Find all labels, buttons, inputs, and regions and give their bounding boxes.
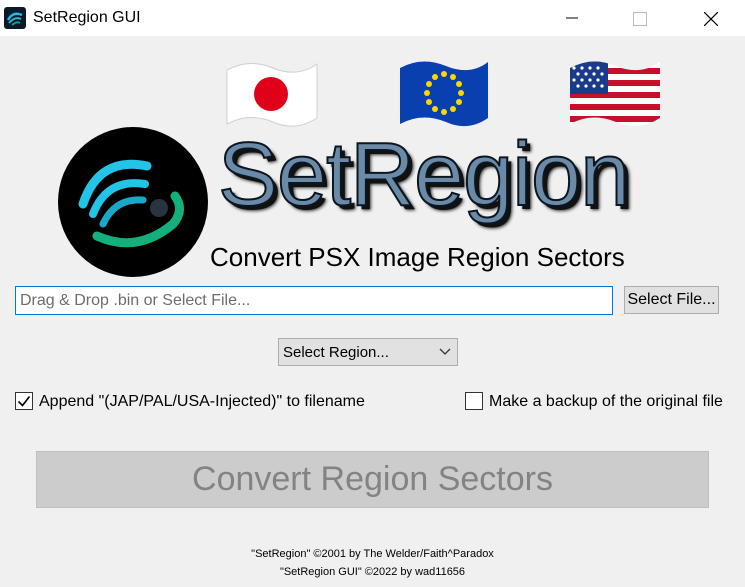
- close-icon: [704, 12, 718, 26]
- japan-flag-icon: [226, 63, 318, 127]
- chevron-down-icon: [439, 348, 451, 355]
- main-panel: SetRegion Convert PSX Image Region Secto…: [0, 36, 745, 587]
- usa-flag-icon: [570, 61, 660, 127]
- maximize-button[interactable]: [616, 0, 662, 36]
- convert-button[interactable]: Convert Region Sectors: [36, 451, 709, 508]
- credit-line-2: "SetRegion GUI" ©2022 by wad11656: [279, 566, 466, 578]
- window-title: SetRegion GUI: [33, 9, 141, 26]
- region-selected-value: Select Region...: [283, 344, 389, 361]
- backup-checkbox[interactable]: [465, 392, 483, 410]
- file-path-input[interactable]: [15, 286, 613, 315]
- app-icon: [4, 7, 26, 29]
- brand-subtitle: Convert PSX Image Region Sectors: [210, 242, 625, 272]
- title-bar[interactable]: SetRegion GUI: [0, 0, 745, 36]
- minimize-icon: [566, 17, 578, 19]
- checkmark-icon: [17, 396, 31, 407]
- backup-label[interactable]: Make a backup of the original file: [489, 393, 723, 411]
- brand-title: SetRegion: [217, 125, 631, 225]
- close-button[interactable]: [687, 0, 733, 36]
- maximize-icon: [633, 12, 647, 26]
- region-dropdown[interactable]: Select Region...: [278, 338, 458, 366]
- credit-line-1: "SetRegion" ©2001 by The Welder/Faith^Pa…: [251, 548, 494, 560]
- append-suffix-checkbox[interactable]: [15, 392, 33, 410]
- eu-flag-icon: [400, 61, 488, 127]
- select-file-button[interactable]: Select File...: [624, 286, 719, 314]
- logo-swirl-icon: [58, 127, 208, 277]
- append-suffix-label[interactable]: Append "(JAP/PAL/USA-Injected)" to filen…: [39, 393, 365, 411]
- minimize-button[interactable]: [549, 0, 595, 36]
